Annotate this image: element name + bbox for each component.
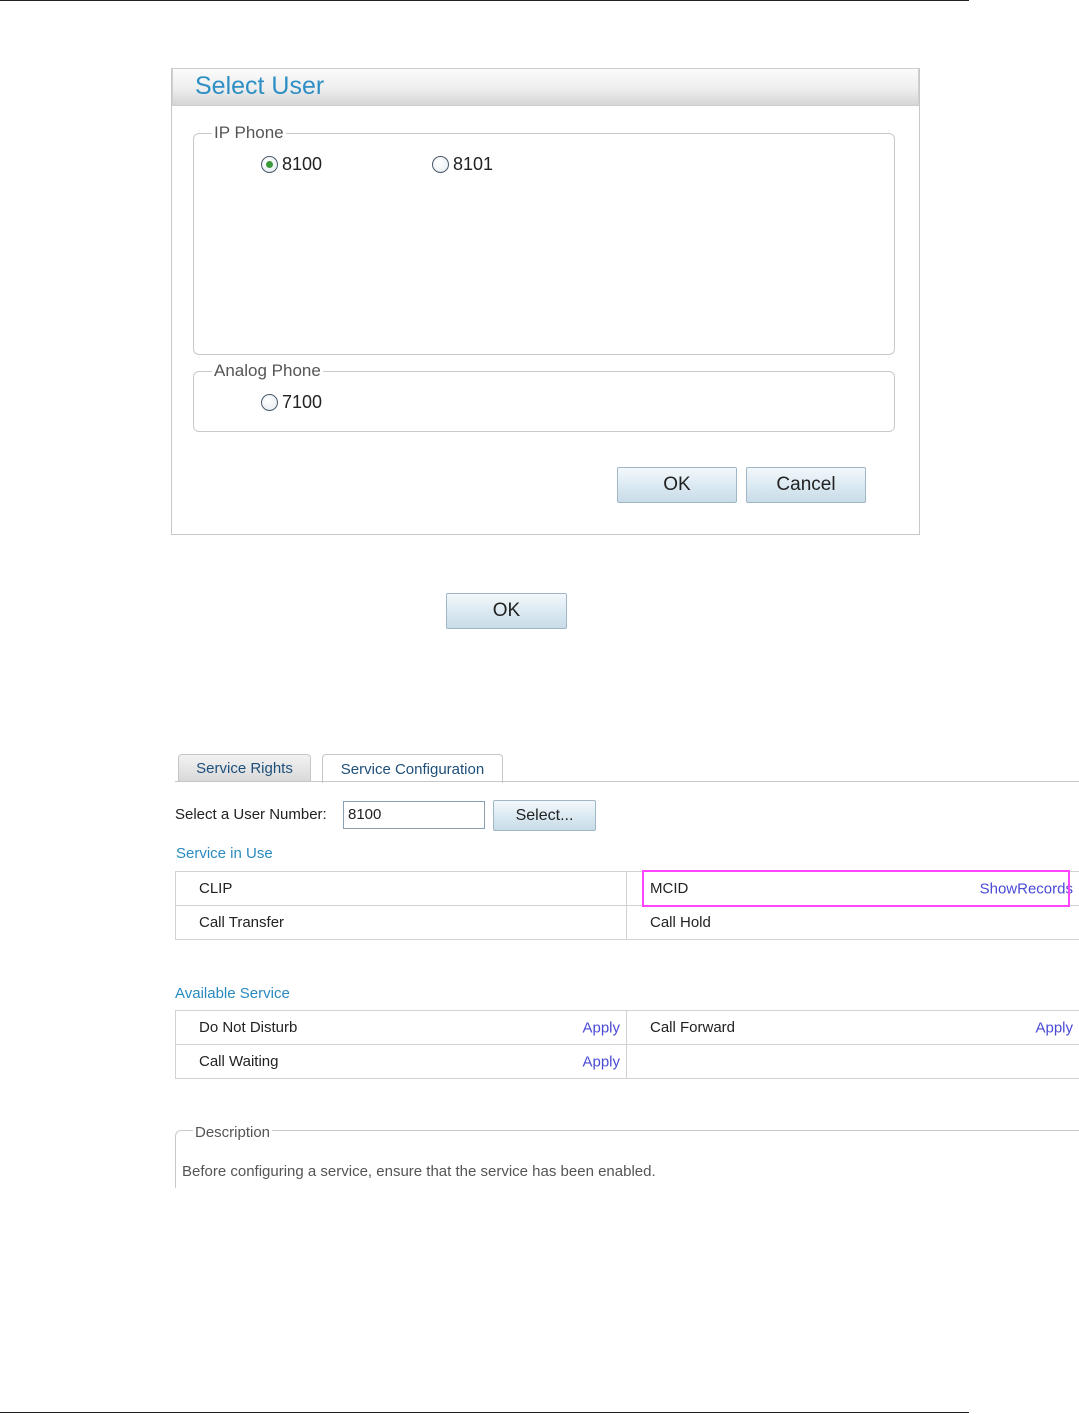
table-row: Call Transfer Call Hold [175, 905, 1079, 940]
service-cell-call-waiting: Call Waiting Apply [175, 1044, 627, 1079]
top-page-rule [0, 0, 969, 1]
ip-phone-legend: IP Phone [214, 123, 284, 142]
apply-do-not-disturb-link[interactable]: Apply [582, 1019, 620, 1036]
radio-8100[interactable]: 8100 [261, 154, 322, 175]
ok-button[interactable]: OK [446, 593, 567, 629]
radio-7100-label: 7100 [282, 392, 323, 412]
service-name: CLIP [199, 880, 233, 897]
service-in-use-title: Service in Use [176, 845, 273, 862]
apply-call-forward-link[interactable]: Apply [1035, 1019, 1073, 1036]
dialog-title: Select User [195, 72, 325, 100]
description-text: Before configuring a service, ensure tha… [182, 1163, 656, 1180]
service-cell-clip: CLIP [175, 871, 627, 906]
radio-unchecked-icon [432, 156, 449, 173]
radio-7100[interactable]: 7100 [261, 392, 322, 413]
radio-8100-label: 8100 [282, 154, 323, 174]
radio-8101-label: 8101 [453, 154, 494, 174]
tab-service-configuration[interactable]: Service Configuration [322, 754, 503, 783]
service-name: Call Transfer [199, 914, 285, 931]
radio-unchecked-icon [261, 394, 278, 411]
table-row: Call Waiting Apply [175, 1044, 1079, 1079]
service-name: Call Forward [650, 1019, 736, 1036]
radio-checked-icon [261, 156, 278, 173]
available-service-title: Available Service [175, 985, 290, 1002]
service-cell-call-hold: Call Hold [626, 905, 1079, 940]
service-cell-call-transfer: Call Transfer [175, 905, 627, 940]
service-cell-call-forward: Call Forward Apply [626, 1010, 1079, 1045]
user-number-label: Select a User Number: [175, 806, 327, 823]
select-user-button[interactable]: Select... [493, 800, 596, 831]
radio-8101[interactable]: 8101 [432, 154, 493, 175]
available-service-table: Do Not Disturb Apply Call Forward Apply … [175, 1010, 1079, 1079]
analog-phone-legend: Analog Phone [214, 361, 321, 380]
apply-call-waiting-link[interactable]: Apply [582, 1053, 620, 1070]
mcid-highlight-box [642, 870, 1070, 907]
description-legend: Description [193, 1124, 273, 1141]
dialog-ok-button[interactable]: OK [617, 467, 737, 503]
service-name: Call Waiting [199, 1053, 279, 1070]
dialog-cancel-button[interactable]: Cancel [746, 467, 866, 503]
service-name: Call Hold [650, 914, 711, 931]
bottom-page-rule [0, 1412, 969, 1413]
service-cell-empty [626, 1044, 1079, 1079]
user-number-input[interactable]: 8100 [343, 801, 485, 829]
service-cell-do-not-disturb: Do Not Disturb Apply [175, 1010, 627, 1045]
tab-underline [175, 781, 1079, 782]
table-row: Do Not Disturb Apply Call Forward Apply [175, 1010, 1079, 1045]
dialog-header: Select User [172, 68, 919, 106]
select-user-dialog: Select User IP Phone 8100 8101 Analog Ph… [171, 68, 920, 535]
tab-service-rights[interactable]: Service Rights [178, 754, 311, 782]
service-name: Do Not Disturb [199, 1019, 298, 1036]
